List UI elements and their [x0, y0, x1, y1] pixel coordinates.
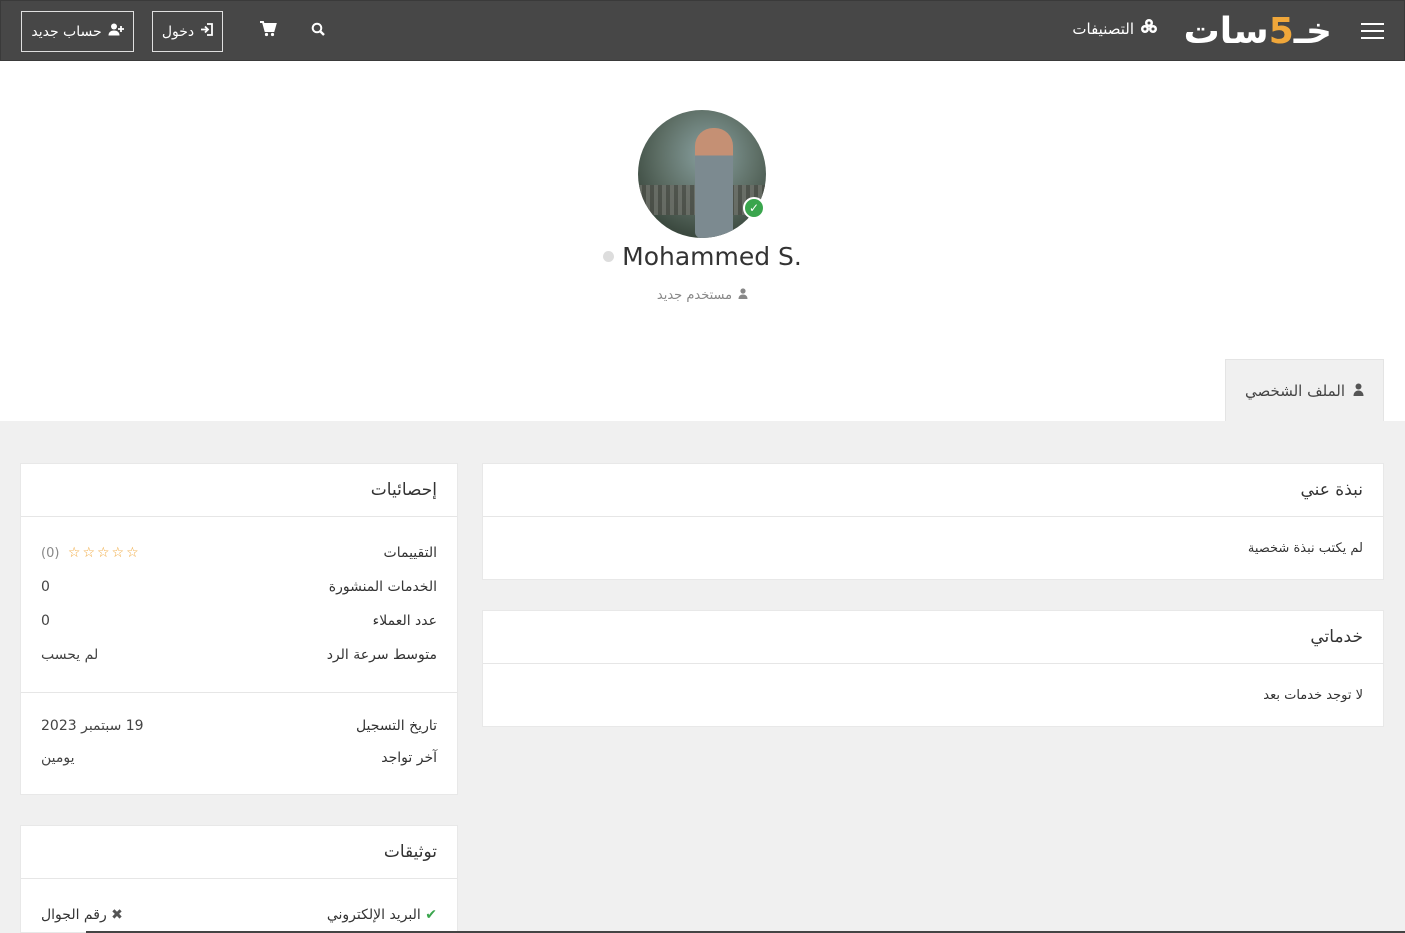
stats-card: إحصائيات التقييمات ☆☆☆☆☆ (0) الخدمات الم… — [20, 463, 458, 795]
menu-icon[interactable] — [1361, 23, 1384, 39]
top-navbar: خـ5سات التصنيفات دخول حساب جديد — [0, 0, 1405, 61]
rating-value: ☆☆☆☆☆ (0) — [41, 545, 251, 561]
login-label: دخول — [161, 23, 195, 40]
stat-label: متوسط سرعة الرد — [326, 647, 437, 663]
search-icon[interactable] — [311, 21, 325, 40]
cart-icon[interactable] — [259, 21, 277, 41]
about-card: نبذة عني لم يكتب نبذة شخصية — [482, 463, 1384, 580]
stat-row-clients: عدد العملاء 0 — [41, 604, 437, 638]
user-icon — [738, 288, 748, 303]
avatar — [638, 110, 766, 238]
cross-icon: ✖ — [111, 907, 123, 923]
stat-value: 0 — [41, 579, 50, 595]
stat-label: تاريخ التسجيل — [355, 718, 437, 734]
site-logo[interactable]: خـ5سات — [1184, 9, 1333, 53]
tab-profile[interactable]: الملف الشخصي — [1225, 359, 1384, 421]
stat-value: يومين — [41, 750, 75, 766]
profile-role-label: مستخدم جديد — [656, 288, 733, 303]
stat-row-last-seen: آخر تواجد يومين — [41, 742, 437, 774]
stat-label: آخر تواجد — [381, 750, 437, 766]
services-text: لا توجد خدمات بعد — [1263, 687, 1363, 703]
login-button[interactable]: دخول — [152, 11, 223, 52]
verifications-title: توثيقات — [21, 826, 457, 879]
verifications-row: ✔ البريد الإلكتروني ✖ رقم الجوال — [41, 889, 437, 933]
tab-profile-label: الملف الشخصي — [1245, 381, 1345, 400]
divider — [21, 692, 457, 693]
stat-value: لم يحسب — [41, 647, 99, 663]
profile-name-row: Mohammed S. — [0, 242, 1405, 271]
stat-row-response: متوسط سرعة الرد لم يحسب — [41, 638, 437, 672]
rating-stars-icon: ☆☆☆☆☆ — [67, 545, 141, 561]
stat-label: الخدمات المنشورة — [328, 579, 437, 595]
verif-email: ✔ البريد الإلكتروني — [327, 907, 437, 923]
online-status-dot — [603, 251, 615, 262]
about-title: نبذة عني — [483, 464, 1383, 517]
check-icon: ✔ — [425, 907, 437, 923]
verif-email-label: البريد الإلكتروني — [326, 907, 421, 923]
stat-value: 0 — [41, 613, 50, 629]
stat-row-joined: تاريخ التسجيل 19 سبتمبر 2023 — [41, 710, 437, 742]
stat-value: 19 سبتمبر 2023 — [41, 718, 144, 734]
services-title: خدماتي — [483, 611, 1383, 664]
stat-label: عدد العملاء — [372, 613, 437, 629]
register-label: حساب جديد — [31, 23, 102, 40]
services-card: خدماتي لا توجد خدمات بعد — [482, 610, 1384, 727]
stat-label: التقييمات — [383, 545, 437, 561]
login-icon — [200, 23, 214, 40]
verifications-card: توثيقات ✔ البريد الإلكتروني ✖ رقم الجوال — [20, 825, 458, 933]
categories-label: التصنيفات — [1072, 20, 1134, 38]
rating-count: (0) — [41, 546, 60, 561]
profile-role: مستخدم جديد — [0, 288, 1405, 303]
stat-row-services: الخدمات المنشورة 0 — [41, 570, 437, 604]
about-text: لم يكتب نبذة شخصية — [1247, 540, 1363, 556]
verif-phone-label: رقم الجوال — [41, 907, 107, 923]
verified-check-icon: ✓ — [743, 197, 765, 219]
categories-icon — [1140, 19, 1158, 39]
stat-row-rating: التقييمات ☆☆☆☆☆ (0) — [41, 536, 437, 570]
add-user-icon — [108, 23, 124, 40]
profile-name: Mohammed S. — [622, 242, 802, 271]
user-icon — [1353, 382, 1364, 400]
verif-phone: ✖ رقم الجوال — [41, 907, 251, 923]
stats-title: إحصائيات — [21, 464, 457, 517]
register-button[interactable]: حساب جديد — [21, 11, 134, 52]
categories-link[interactable]: التصنيفات — [1072, 19, 1158, 39]
